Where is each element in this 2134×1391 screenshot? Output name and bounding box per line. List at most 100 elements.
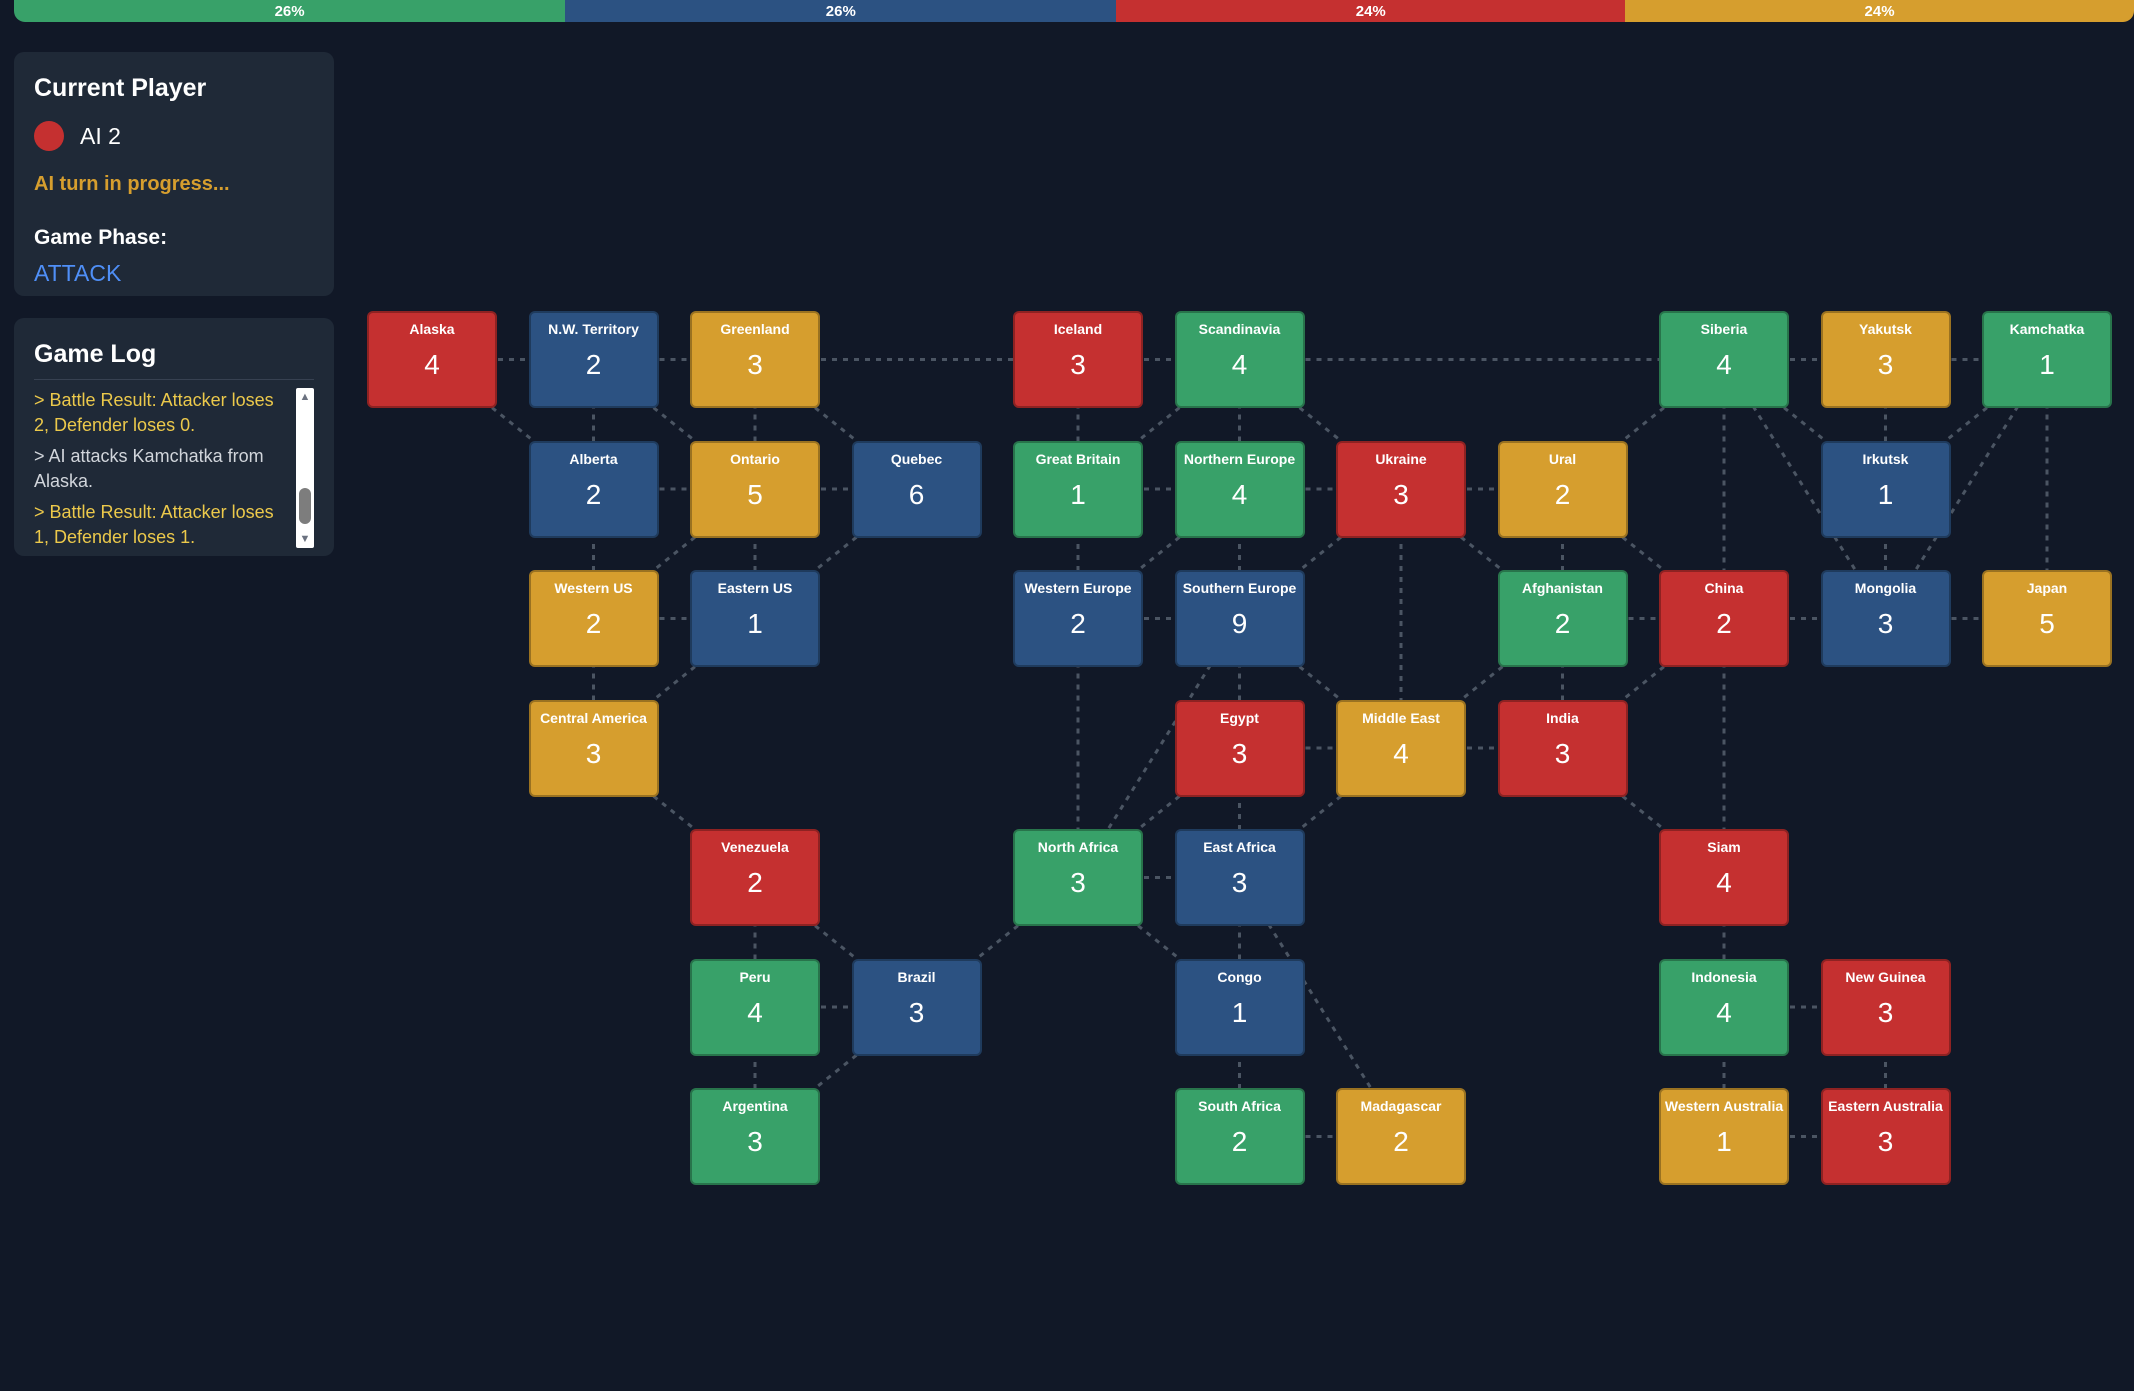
territory-east-africa[interactable]: East Africa 3: [1174, 829, 1305, 926]
territory-army-count: 3: [1231, 867, 1248, 898]
territory-army-count: 1: [1716, 1126, 1732, 1157]
territory-brazil[interactable]: Brazil 3: [851, 958, 982, 1056]
territory-army-count: 9: [1231, 608, 1248, 639]
territory-name: Kamchatka: [2009, 321, 2085, 337]
territory-army-count: 4: [1716, 996, 1732, 1028]
territory-army-count: 4: [1716, 349, 1732, 380]
territory-army-count: 2: [1716, 608, 1732, 639]
territory-army-count: 2: [585, 478, 602, 510]
territory-army-count: 3: [747, 1126, 763, 1157]
territory-eastern-us[interactable]: Eastern US 1: [690, 570, 820, 667]
territory-army-count: 2: [1393, 1126, 1409, 1157]
territory-western-europe[interactable]: Western Europe 2: [1013, 570, 1143, 667]
territory-name: Congo: [1217, 968, 1262, 985]
territory-name: Ukraine: [1375, 450, 1427, 467]
territory-name: Argentina: [722, 1098, 788, 1114]
territory-army-count: 4: [1716, 867, 1732, 898]
territory-army-count: 4: [1231, 349, 1248, 380]
territory-name: Irkutsk: [1862, 450, 1909, 467]
territory-army-count: 2: [1554, 478, 1571, 510]
territory-army-count: 3: [1877, 349, 1894, 380]
territory-army-count: 3: [908, 996, 925, 1028]
territory-western-us[interactable]: Western US 2: [528, 570, 659, 667]
territory-peru[interactable]: Peru 4: [690, 958, 820, 1056]
territory-madagascar[interactable]: Madagascar 2: [1336, 1088, 1466, 1185]
territory-name: Great Britain: [1035, 450, 1121, 467]
territory-army-count: 2: [1231, 1126, 1248, 1157]
territory-army-count: 3: [1877, 996, 1894, 1028]
territory-southern-europe[interactable]: Southern Europe 9: [1174, 570, 1305, 667]
territory-name: India: [1546, 709, 1579, 726]
territory-name: Greenland: [720, 321, 790, 337]
territory-army-count: 3: [1877, 608, 1894, 639]
territory-name: China: [1704, 580, 1744, 596]
territory-yakutsk[interactable]: Yakutsk 3: [1820, 311, 1951, 408]
territory-alaska[interactable]: Alaska 4: [367, 311, 497, 408]
territory-name: Northern Europe: [1183, 450, 1296, 467]
territory-mongolia[interactable]: Mongolia 3: [1820, 570, 1951, 667]
territory-name: Japan: [2026, 580, 2068, 596]
territory-venezuela[interactable]: Venezuela 2: [690, 829, 820, 926]
territory-name: Alberta: [569, 450, 618, 467]
territory-army-count: 4: [747, 996, 763, 1028]
territory-alberta[interactable]: Alberta 2: [528, 440, 659, 538]
territory-army-count: 4: [1231, 478, 1248, 510]
territory-army-count: 5: [747, 478, 763, 510]
territory-india[interactable]: India 3: [1497, 699, 1628, 797]
territory-army-count: 3: [1393, 478, 1409, 510]
territory-army-count: 3: [1231, 737, 1248, 769]
territory-congo[interactable]: Congo 1: [1174, 958, 1305, 1056]
territory-afghanistan[interactable]: Afghanistan 2: [1497, 570, 1628, 667]
territory-china[interactable]: China 2: [1659, 570, 1789, 667]
territory-egypt[interactable]: Egypt 3: [1174, 699, 1305, 797]
territory-indonesia[interactable]: Indonesia 4: [1659, 958, 1789, 1056]
territory-great-britain[interactable]: Great Britain 1: [1013, 440, 1143, 538]
territory-argentina[interactable]: Argentina 3: [690, 1088, 820, 1185]
territory-army-count: 3: [1070, 867, 1086, 898]
territory-name: Western Europe: [1024, 580, 1132, 596]
territory-name: Ontario: [730, 450, 780, 467]
game-board: Alaska 4 N.W. Territory 2 Greenland 3 Iceland 3…: [0, 0, 2134, 1391]
territory-name: Western US: [554, 580, 633, 596]
territory-army-count: 1: [2039, 349, 2055, 380]
territory-siam[interactable]: Siam 4: [1659, 829, 1789, 926]
territory-quebec[interactable]: Quebec 6: [851, 440, 982, 538]
territory-name: Central America: [540, 709, 647, 726]
territory-name: Middle East: [1362, 709, 1440, 726]
territory-irkutsk[interactable]: Irkutsk 1: [1820, 440, 1951, 538]
territory-army-count: 2: [1554, 608, 1571, 639]
territory-nw-territory[interactable]: N.W. Territory 2: [528, 311, 659, 408]
territory-new-guinea[interactable]: New Guinea 3: [1820, 958, 1951, 1056]
territory-northern-europe[interactable]: Northern Europe 4: [1174, 440, 1305, 538]
territory-name: Mongolia: [1854, 580, 1917, 596]
territory-ontario[interactable]: Ontario 5: [690, 440, 820, 538]
territory-name: South Africa: [1198, 1098, 1281, 1114]
territory-name: Brazil: [897, 968, 936, 985]
territory-army-count: 1: [747, 608, 763, 639]
territory-iceland[interactable]: Iceland 3: [1013, 311, 1143, 408]
territory-western-australia[interactable]: Western Australia 1: [1659, 1088, 1789, 1185]
territory-name: North Africa: [1037, 839, 1119, 855]
territory-name: Eastern Australia: [1828, 1098, 1943, 1114]
territory-army-count: 1: [1070, 478, 1086, 510]
territory-name: Indonesia: [1691, 968, 1757, 985]
territory-scandinavia[interactable]: Scandinavia 4: [1174, 311, 1305, 408]
territory-name: Ural: [1548, 450, 1577, 467]
territory-middle-east[interactable]: Middle East 4: [1336, 699, 1466, 797]
territory-name: Western Australia: [1664, 1098, 1784, 1114]
territory-kamchatka[interactable]: Kamchatka 1: [1982, 311, 2112, 408]
territory-japan[interactable]: Japan 5: [1982, 570, 2112, 667]
territory-central-america[interactable]: Central America 3: [528, 699, 659, 797]
territory-army-count: 1: [1877, 478, 1894, 510]
territory-name: Afghanistan: [1522, 580, 1603, 596]
territory-name: Scandinavia: [1198, 321, 1281, 337]
territory-north-africa[interactable]: North Africa 3: [1013, 829, 1143, 926]
territory-army-count: 3: [747, 349, 763, 380]
territory-south-africa[interactable]: South Africa 2: [1174, 1088, 1305, 1185]
territory-ural[interactable]: Ural 2: [1497, 440, 1628, 538]
territory-ukraine[interactable]: Ukraine 3: [1336, 440, 1466, 538]
territory-name: N.W. Territory: [548, 321, 639, 337]
territory-greenland[interactable]: Greenland 3: [690, 311, 820, 408]
territory-siberia[interactable]: Siberia 4: [1659, 311, 1789, 408]
territory-eastern-australia[interactable]: Eastern Australia 3: [1820, 1088, 1951, 1185]
